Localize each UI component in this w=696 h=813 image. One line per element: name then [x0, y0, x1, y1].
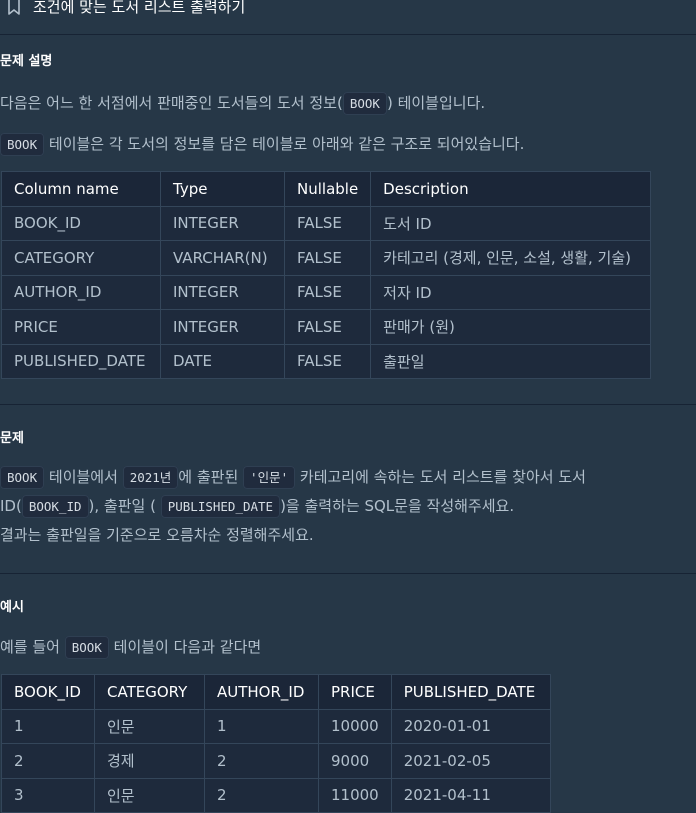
table-header-row: Column name Type Nullable Description: [1, 171, 652, 207]
page-title: 조건에 맞는 도서 리스트 출력하기: [33, 0, 246, 16]
description-text: 테이블은 각 도서의 정보를 담은 테이블로 아래와 같은 구조로 되어있습니다…: [48, 135, 525, 153]
example-text: 예를 들어: [0, 638, 60, 656]
table-row: 1 인문 1 10000 2020-01-01: [1, 708, 551, 744]
table-cell: 판매가 (원): [370, 309, 652, 345]
table-cell: INTEGER: [160, 309, 285, 345]
table-cell: 1: [204, 708, 319, 744]
table-cell: VARCHAR(N): [160, 240, 285, 276]
table-cell: PUBLISHED_DATE: [1, 343, 161, 379]
table-row: CATEGORY VARCHAR(N) FALSE 카테고리 (경제, 인문, …: [1, 240, 652, 276]
column-header: PUBLISHED_DATE: [390, 674, 551, 710]
example-table: BOOK_ID CATEGORY AUTHOR_ID PRICE PUBLISH…: [1, 674, 551, 813]
table-cell: BOOK_ID: [1, 205, 161, 241]
table-cell: INTEGER: [160, 274, 285, 310]
example-text: 테이블이 다음과 같다면: [113, 638, 262, 656]
problem-text: 테이블에서: [48, 468, 118, 486]
code-book: BOOK: [0, 133, 45, 156]
column-header: PRICE: [318, 674, 392, 710]
table-cell: FALSE: [283, 343, 372, 379]
code-published-date: PUBLISHED_DATE: [160, 495, 281, 518]
column-header: CATEGORY: [94, 674, 205, 710]
table-cell: 2: [1, 743, 95, 779]
table-cell: AUTHOR_ID: [1, 274, 161, 310]
column-header: Column name: [1, 171, 161, 207]
table-cell: 9000: [318, 743, 392, 779]
table-row: PRICE INTEGER FALSE 판매가 (원): [1, 309, 652, 345]
table-cell: FALSE: [283, 240, 372, 276]
problem-heading: 문제: [0, 431, 24, 446]
description-line-2: BOOK 테이블은 각 도서의 정보를 담은 테이블로 아래와 같은 구조로 되…: [0, 133, 524, 156]
problem-line-3: 결과는 출판일을 기준으로 오름차순 정렬해주세요.: [0, 526, 314, 544]
table-row: AUTHOR_ID INTEGER FALSE 저자 ID: [1, 274, 652, 310]
table-cell: PRICE: [1, 309, 161, 345]
column-header: AUTHOR_ID: [204, 674, 319, 710]
column-header: Type: [160, 171, 285, 207]
table-header-row: BOOK_ID CATEGORY AUTHOR_ID PRICE PUBLISH…: [1, 674, 551, 710]
table-cell: 2: [204, 743, 319, 779]
column-header: Description: [370, 171, 652, 207]
table-cell: DATE: [160, 343, 285, 379]
problem-line-1: BOOK 테이블에서 2021년 에 출판된 '인문' 카테고리에 속하는 도서 …: [0, 466, 586, 489]
table-row: BOOK_ID INTEGER FALSE 도서 ID: [1, 205, 652, 241]
section-divider: [0, 573, 696, 574]
table-cell: 3: [1, 777, 95, 813]
table-cell: FALSE: [283, 309, 372, 345]
example-intro: 예를 들어 BOOK 테이블이 다음과 같다면: [0, 636, 261, 659]
table-row: 2 경제 2 9000 2021-02-05: [1, 743, 551, 779]
problem-line-2: ID(BOOK_ID), 출판일 ( PUBLISHED_DATE)을 출력하는…: [0, 495, 514, 518]
schema-table: Column name Type Nullable Description BO…: [1, 171, 652, 379]
bookmark-icon[interactable]: [7, 0, 21, 16]
table-cell: 경제: [94, 743, 205, 779]
description-heading: 문제 설명: [0, 54, 53, 69]
code-book-id: BOOK_ID: [21, 495, 89, 518]
table-cell: CATEGORY: [1, 240, 161, 276]
table-cell: 인문: [94, 777, 205, 813]
column-header: Nullable: [283, 171, 372, 207]
problem-text: 카테고리에 속하는 도서 리스트를 찾아서 도서: [299, 468, 586, 486]
column-header: BOOK_ID: [1, 674, 95, 710]
table-cell: 2020-01-01: [390, 708, 551, 744]
problem-header: 조건에 맞는 도서 리스트 출력하기: [0, 0, 696, 35]
description-line-1: 다음은 어느 한 서점에서 판매중인 도서들의 도서 정보(BOOK) 테이블입…: [0, 92, 485, 115]
table-cell: 출판일: [370, 343, 652, 379]
example-heading: 예시: [0, 600, 24, 615]
table-cell: FALSE: [283, 205, 372, 241]
table-cell: INTEGER: [160, 205, 285, 241]
description-text: 다음은 어느 한 서점에서 판매중인 도서들의 도서 정보(: [0, 94, 343, 112]
problem-text: ID(: [0, 497, 22, 515]
table-cell: FALSE: [283, 274, 372, 310]
code-book: BOOK: [342, 92, 387, 115]
table-cell: 11000: [318, 777, 392, 813]
table-cell: 도서 ID: [370, 205, 652, 241]
table-cell: 카테고리 (경제, 인문, 소설, 생활, 기술): [370, 240, 652, 276]
table-cell: 2: [204, 777, 319, 813]
description-text: ) 테이블입니다.: [386, 94, 486, 112]
table-row: PUBLISHED_DATE DATE FALSE 출판일: [1, 343, 652, 379]
table-row: 3 인문 2 11000 2021-04-11: [1, 777, 551, 813]
code-book: BOOK: [0, 466, 45, 489]
table-cell: 2021-02-05: [390, 743, 551, 779]
table-cell: 저자 ID: [370, 274, 652, 310]
code-year: 2021년: [122, 466, 179, 489]
table-cell: 인문: [94, 708, 205, 744]
table-cell: 2021-04-11: [390, 777, 551, 813]
problem-text: )을 출력하는 SQL문을 작성해주세요.: [280, 497, 515, 515]
problem-text: 에 출판된: [178, 468, 239, 486]
problem-text: ), 출판일 (: [88, 497, 156, 515]
code-category: '인문': [243, 466, 296, 489]
code-book: BOOK: [64, 636, 109, 659]
section-divider: [0, 404, 696, 405]
table-cell: 1: [1, 708, 95, 744]
table-cell: 10000: [318, 708, 392, 744]
